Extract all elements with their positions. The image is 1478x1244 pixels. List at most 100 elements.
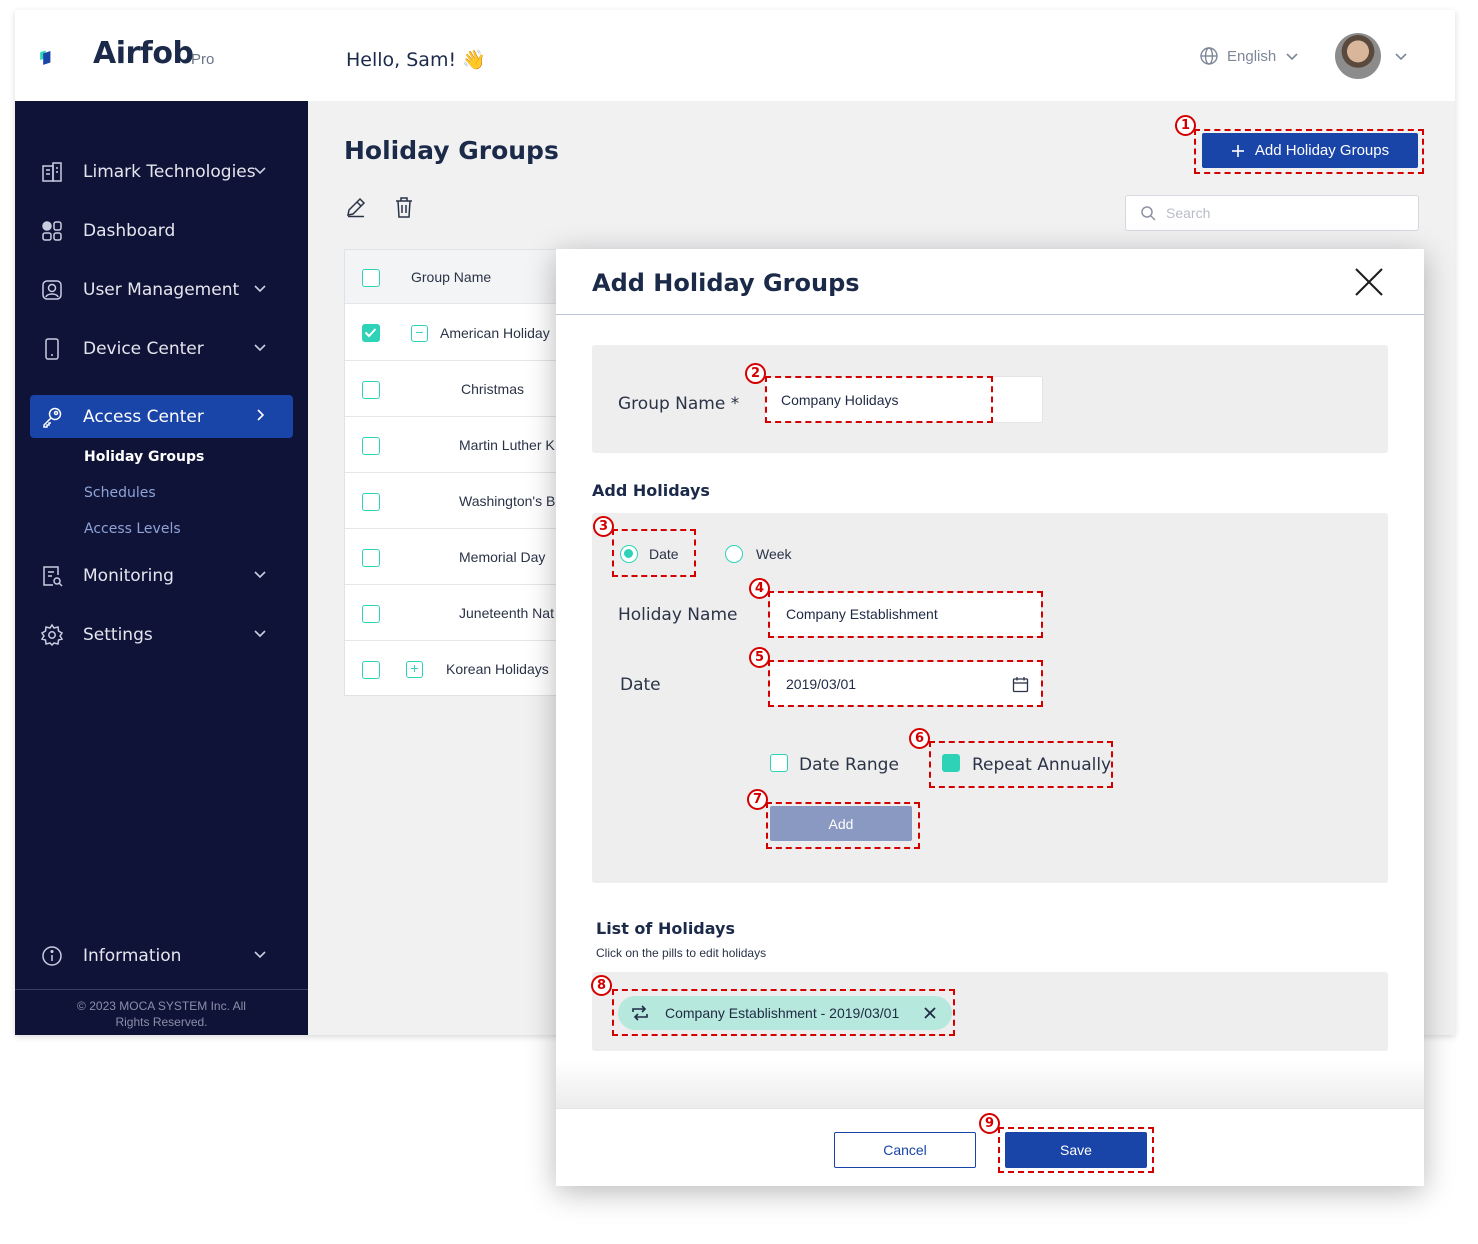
table-row[interactable]: Juneteenth Nat — [345, 585, 575, 641]
dialog-title: Add Holiday Groups — [592, 269, 860, 297]
row-checkbox[interactable] — [362, 549, 380, 567]
edit-icon[interactable] — [345, 196, 367, 218]
copyright-line: © 2023 MOCA SYSTEM Inc. All — [77, 999, 246, 1013]
list-of-holidays-title: List of Holidays — [596, 919, 736, 938]
date-range-checkbox[interactable] — [770, 754, 788, 772]
week-radio[interactable] — [725, 545, 743, 563]
expand-icon[interactable]: + — [406, 661, 423, 678]
holiday-groups-table: Group Name − American Holiday Christmas … — [344, 249, 575, 697]
dialog-header: Add Holiday Groups — [556, 249, 1424, 315]
chevron-down-icon[interactable] — [1393, 48, 1409, 64]
annotation-number: 8 — [591, 975, 612, 996]
annotation-box — [929, 741, 1113, 788]
annotation-box — [612, 529, 696, 577]
row-label: Korean Holidays — [446, 661, 549, 677]
search-box[interactable] — [1125, 195, 1419, 231]
holiday-name-label: Holiday Name — [618, 605, 738, 625]
collapse-icon[interactable]: − — [411, 325, 428, 342]
key-icon — [43, 407, 62, 428]
chevron-down-icon — [1286, 53, 1298, 61]
column-header-group-name: Group Name — [411, 269, 492, 285]
date-label: Date — [620, 675, 661, 695]
chevron-down-icon — [254, 571, 266, 579]
group-name-label: Group Name * — [618, 394, 740, 414]
chevron-down-icon — [254, 630, 266, 638]
annotation-number: 6 — [909, 728, 930, 749]
cancel-button[interactable]: Cancel — [834, 1132, 976, 1168]
sidebar-item-organization[interactable]: Limark Technologies — [30, 150, 293, 193]
sidebar-item-label: Device Center — [83, 339, 204, 359]
row-checkbox[interactable] — [362, 605, 380, 623]
annotation-box — [768, 591, 1043, 638]
airfob-logo-icon — [40, 50, 51, 65]
user-icon — [42, 280, 62, 300]
sidebar-item-label: Dashboard — [83, 221, 176, 241]
chevron-down-icon — [254, 167, 266, 175]
annotation-number: 3 — [593, 516, 614, 537]
row-label: American Holiday — [440, 325, 550, 341]
row-label: Martin Luther K — [459, 437, 555, 453]
brand-name: Airfob — [93, 36, 194, 71]
sidebar-item-monitoring[interactable]: Monitoring — [30, 554, 293, 597]
globe-icon — [1200, 47, 1218, 65]
table-row[interactable]: Christmas — [345, 361, 575, 417]
table-row[interactable]: Memorial Day — [345, 529, 575, 585]
annotation-box — [612, 989, 955, 1036]
greeting: Hello, Sam! 👋 — [346, 49, 486, 71]
trash-icon[interactable] — [393, 196, 415, 218]
annotation-number: 2 — [745, 363, 766, 384]
gear-icon — [40, 623, 64, 647]
row-label: Juneteenth Nat — [459, 605, 554, 621]
annotation-box — [766, 802, 920, 849]
annotation-number: 4 — [749, 578, 770, 599]
annotation-number: 5 — [749, 647, 770, 668]
row-label: Memorial Day — [459, 549, 546, 565]
row-checkbox[interactable] — [362, 661, 380, 679]
annotation-box — [768, 660, 1043, 707]
device-icon — [45, 338, 59, 360]
row-checkbox[interactable] — [362, 324, 380, 342]
chevron-down-icon — [254, 951, 266, 959]
monitoring-icon — [43, 566, 63, 587]
annotation-number: 1 — [1175, 115, 1196, 136]
sidebar-item-label: Settings — [83, 625, 153, 645]
sidebar-subitem-holiday-groups[interactable]: Holiday Groups — [84, 449, 204, 465]
dashboard-icon — [42, 221, 62, 241]
sidebar-item-device-center[interactable]: Device Center — [30, 327, 293, 370]
annotation-number: 9 — [979, 1113, 1000, 1134]
table-header: Group Name — [345, 250, 575, 304]
sidebar-item-label: Access Center — [83, 407, 204, 427]
sidebar-item-access-center[interactable]: Access Center — [30, 395, 293, 438]
row-checkbox[interactable] — [362, 381, 380, 399]
sidebar-item-label: Limark Technologies — [83, 162, 256, 182]
sidebar-subitem-access-levels[interactable]: Access Levels — [84, 521, 181, 537]
table-row[interactable]: + Korean Holidays — [345, 641, 575, 697]
copyright: © 2023 MOCA SYSTEM Inc. All Rights Reser… — [15, 989, 308, 1030]
search-input[interactable] — [1166, 205, 1396, 221]
sidebar-item-label: User Management — [83, 280, 240, 300]
table-row[interactable]: Washington's B — [345, 473, 575, 529]
row-checkbox[interactable] — [362, 493, 380, 511]
row-checkbox[interactable] — [362, 437, 380, 455]
annotation-number: 7 — [747, 789, 768, 810]
table-row[interactable]: − American Holiday — [345, 305, 575, 361]
sidebar: Limark Technologies Dashboard User Manag… — [15, 101, 308, 1035]
sidebar-subitem-schedules[interactable]: Schedules — [84, 485, 156, 501]
language-selector[interactable]: English — [1199, 46, 1300, 66]
select-all-checkbox[interactable] — [362, 269, 380, 287]
list-hint: Click on the pills to edit holidays — [596, 946, 767, 960]
add-holidays-title: Add Holidays — [592, 481, 710, 500]
top-bar: Airfob Pro Hello, Sam! 👋 English — [15, 10, 1455, 101]
chevron-down-icon — [254, 344, 266, 352]
sidebar-item-dashboard[interactable]: Dashboard — [30, 209, 293, 252]
close-icon[interactable] — [1352, 265, 1386, 299]
annotation-box — [1194, 129, 1424, 174]
sidebar-item-information[interactable]: Information — [30, 934, 293, 977]
annotation-box — [765, 376, 993, 423]
sidebar-item-user-management[interactable]: User Management — [30, 268, 293, 311]
copyright-line: Rights Reserved. — [115, 1015, 208, 1029]
sidebar-item-settings[interactable]: Settings — [30, 613, 293, 656]
table-row[interactable]: Martin Luther K — [345, 417, 575, 473]
avatar[interactable] — [1335, 33, 1381, 79]
brand-edition: Pro — [191, 51, 215, 68]
